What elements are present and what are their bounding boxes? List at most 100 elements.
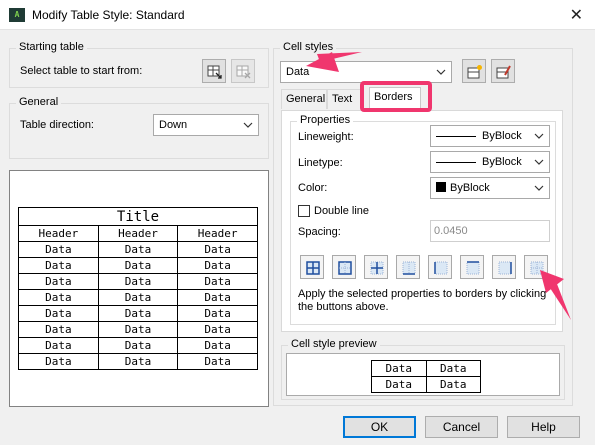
tab-general[interactable]: General (281, 89, 327, 109)
ok-button[interactable]: OK (343, 416, 416, 438)
left-border-icon (434, 261, 448, 275)
properties-label: Properties (297, 114, 354, 126)
right-border-button[interactable] (492, 255, 516, 279)
right-border-icon (498, 261, 512, 275)
manage-cell-styles-icon (496, 65, 511, 79)
chevron-down-icon (533, 178, 545, 198)
new-cell-style-button[interactable] (462, 59, 486, 83)
border-help-text: Apply the selected properties to borders… (298, 288, 547, 313)
table-data-cell: Data (18, 353, 99, 370)
chevron-down-icon (242, 115, 254, 135)
chevron-down-icon (533, 152, 545, 172)
table-data-cell: Data (97, 257, 179, 274)
table-row: Data Data Data (18, 273, 258, 290)
table-direction-label: Table direction: (20, 119, 94, 131)
linetype-dropdown[interactable]: ByBlock (430, 151, 550, 173)
preview-data-cell: Data (425, 376, 481, 393)
double-line-label: Double line (314, 205, 370, 217)
left-border-button[interactable] (428, 255, 452, 279)
table-row: Data Data Data (18, 257, 258, 274)
cell-styles-label: Cell styles (280, 41, 337, 53)
table-data-cell: Data (18, 305, 99, 322)
table-row: Data Data Data (18, 321, 258, 338)
table-data-cell: Data (97, 305, 179, 322)
outside-borders-icon (338, 261, 352, 275)
help-button[interactable]: Help (507, 416, 580, 438)
borders-tab-highlight (360, 81, 432, 112)
table-data-cell: Data (18, 321, 99, 338)
select-table-label: Select table to start from: (20, 65, 143, 77)
table-row: Data Data (371, 376, 481, 393)
tab-text[interactable]: Text (327, 89, 363, 109)
line-sample (436, 161, 476, 163)
color-label: Color: (298, 182, 328, 194)
table-data-cell: Data (18, 257, 99, 274)
spacing-label: Spacing: (298, 226, 341, 238)
color-dropdown[interactable]: ByBlock (430, 177, 550, 199)
cell-preview-table: Data Data Data Data (371, 360, 481, 393)
table-data-cell: Data (177, 321, 258, 338)
color-value: ByBlock (450, 182, 490, 194)
table-data-cell: Data (177, 305, 258, 322)
inside-borders-button[interactable] (364, 255, 388, 279)
table-data-cell: Data (177, 353, 258, 370)
table-data-cell: Data (97, 289, 179, 306)
all-borders-button[interactable] (300, 255, 324, 279)
cell-style-preview: Data Data Data Data (286, 353, 560, 396)
remove-table-button[interactable] (231, 59, 255, 83)
window-title: Modify Table Style: Standard (32, 8, 185, 22)
cancel-button[interactable]: Cancel (425, 416, 498, 438)
table-row: Data Data Data (18, 337, 258, 354)
spacing-input[interactable]: 0.0450 (430, 220, 550, 242)
bottom-border-icon (402, 261, 416, 275)
table-title-cell: Title (18, 207, 258, 226)
select-table-button[interactable] (202, 59, 226, 83)
table-header-cell: Header (177, 225, 258, 242)
spacing-value: 0.0450 (434, 225, 468, 237)
table-data-cell: Data (18, 241, 99, 258)
chevron-down-icon (533, 126, 545, 146)
table-header-cell: Header (18, 225, 99, 242)
lineweight-dropdown[interactable]: ByBlock (430, 125, 550, 147)
top-border-button[interactable] (460, 255, 484, 279)
all-borders-icon (306, 261, 320, 275)
preview-data-cell: Data (371, 376, 427, 393)
table-data-cell: Data (177, 273, 258, 290)
table-row: Data Data Data (18, 305, 258, 322)
remove-table-icon (236, 65, 251, 79)
top-border-icon (466, 261, 480, 275)
table-data-cell: Data (177, 289, 258, 306)
title-bar: A Modify Table Style: Standard ✕ (0, 0, 595, 30)
table-data-cell: Data (177, 337, 258, 354)
cell-style-dropdown[interactable]: Data (280, 61, 452, 83)
table-direction-dropdown[interactable]: Down (153, 114, 259, 136)
table-data-cell: Data (97, 353, 179, 370)
table-row: Data Data Data (18, 289, 258, 306)
table-preview: Title Header Header Header Data Data Data Data D… (9, 170, 269, 407)
table-data-cell: Data (97, 337, 179, 354)
no-borders-button[interactable] (524, 255, 548, 279)
close-icon[interactable]: ✕ (570, 5, 583, 25)
new-cell-style-icon (467, 65, 482, 79)
table-data-cell: Data (97, 241, 179, 258)
table-data-cell: Data (97, 321, 179, 338)
cell-style-value: Data (286, 66, 310, 78)
color-swatch (436, 182, 446, 192)
table-data-cell: Data (177, 257, 258, 274)
no-borders-icon (530, 261, 544, 275)
outside-borders-button[interactable] (332, 255, 356, 279)
table-row: Data Data Data (18, 353, 258, 370)
preview-data-cell: Data (371, 360, 427, 377)
manage-cell-styles-button[interactable] (491, 59, 515, 83)
linetype-value: ByBlock (482, 156, 522, 168)
preview-table: Title Header Header Header Data Data Data Data D… (18, 207, 258, 370)
table-direction-value: Down (159, 119, 188, 131)
cell-style-preview-label: Cell style preview (288, 338, 380, 350)
bottom-border-button[interactable] (396, 255, 420, 279)
preview-data-cell: Data (425, 360, 481, 377)
table-header-cell: Header (97, 225, 179, 242)
double-line-checkbox[interactable] (298, 205, 310, 217)
table-data-cell: Data (97, 273, 179, 290)
table-data-cell: Data (18, 289, 99, 306)
inside-borders-icon (370, 261, 384, 275)
